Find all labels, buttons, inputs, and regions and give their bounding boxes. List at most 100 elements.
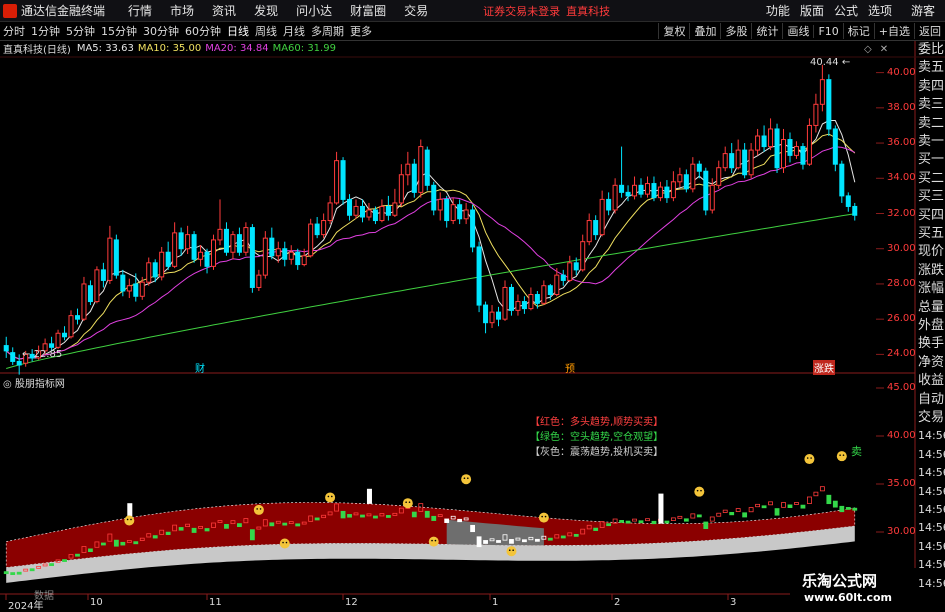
face-marker-circle — [694, 486, 705, 497]
marker-forecast[interactable]: 预 — [565, 360, 575, 375]
candle-body — [62, 332, 68, 338]
guest-label[interactable]: 游客 — [897, 2, 945, 19]
quote-panel-item[interactable]: 买四 — [918, 207, 944, 224]
face-marker-circle — [253, 504, 264, 515]
face-marker-circle — [325, 492, 336, 503]
quote-panel-item[interactable]: 卖三 — [918, 96, 944, 113]
candle-body — [742, 149, 748, 176]
quote-panel-item[interactable]: 现价 — [918, 243, 944, 260]
menu-market[interactable]: 行情 — [119, 2, 161, 19]
quote-panel-item[interactable]: 外盘 — [918, 317, 944, 334]
candle-body — [262, 237, 268, 276]
quote-panel-item[interactable]: 收益 — [918, 372, 944, 389]
indicator-bar — [807, 496, 812, 504]
period-multi[interactable]: 多周期 — [308, 23, 347, 39]
x-prefix-label: 数据 — [34, 591, 54, 602]
login-notice[interactable]: 证券交易未登录 — [483, 3, 560, 19]
quote-panel-item[interactable]: 涨幅 — [918, 280, 944, 297]
period-30min[interactable]: 30分钟 — [140, 23, 182, 39]
period-daily[interactable]: 日线 — [224, 23, 252, 39]
menu-formula[interactable]: 公式 — [829, 2, 863, 19]
period-15min[interactable]: 15分钟 — [98, 23, 140, 39]
period-monthly[interactable]: 月线 — [280, 23, 308, 39]
app-logo-icon — [3, 3, 17, 18]
face-marker-eye — [408, 501, 411, 504]
quote-panel-item[interactable]: 14:56 — [918, 446, 945, 463]
quote-panel-item[interactable]: 自动 — [918, 391, 944, 408]
period-5min[interactable]: 5分钟 — [63, 23, 98, 39]
tool-mark[interactable]: 标记 — [842, 23, 874, 39]
quote-panel-item[interactable]: 净资 — [918, 354, 944, 371]
period-1min[interactable]: 1分钟 — [28, 23, 63, 39]
face-marker-icon — [461, 474, 472, 485]
x-tick-label: 3 — [730, 597, 737, 608]
tool-overlay[interactable]: 叠加 — [689, 23, 720, 39]
quote-panel-item[interactable]: 卖五 — [918, 59, 944, 76]
period-toolbar: 分时 1分钟 5分钟 15分钟 30分钟 60分钟 日线 周线 月线 多周期 更… — [0, 22, 945, 41]
menu-news[interactable]: 资讯 — [203, 2, 245, 19]
period-weekly[interactable]: 周线 — [252, 23, 280, 39]
period-intraday[interactable]: 分时 — [0, 23, 28, 39]
quote-panel-item[interactable]: 14:56 — [918, 575, 945, 592]
close-icon[interactable]: ✕ — [880, 44, 888, 55]
tool-restore-rights[interactable]: 复权 — [658, 23, 689, 39]
period-60min[interactable]: 60分钟 — [182, 23, 224, 39]
tool-back[interactable]: 返回 — [914, 23, 945, 39]
menu-discover[interactable]: 发现 — [245, 2, 287, 19]
sell-label: 卖 — [851, 445, 862, 458]
menu-layout[interactable]: 版面 — [795, 2, 829, 19]
diamond-icon[interactable]: ◇ — [864, 44, 872, 55]
tool-statistics[interactable]: 统计 — [751, 23, 782, 39]
notice-stock: 直真科技 — [566, 4, 611, 18]
quote-panel-item[interactable]: 交易 — [918, 409, 944, 426]
indicator-bar — [120, 541, 126, 546]
menu-trade[interactable]: 交易 — [395, 2, 437, 19]
candle-body — [107, 237, 113, 281]
menu-exchange[interactable]: 市场 — [161, 2, 203, 19]
quote-panel-item[interactable]: 换手 — [918, 335, 944, 352]
indicator-bar — [340, 510, 346, 519]
menu-wealth-circle[interactable]: 财富圈 — [341, 2, 395, 19]
quote-panel-item[interactable]: 买三 — [918, 188, 944, 205]
tool-draw-line[interactable]: 画线 — [782, 23, 813, 39]
indicator-bar — [664, 520, 670, 524]
quote-panel-item[interactable]: 卖二 — [918, 115, 944, 132]
indicator-bar — [722, 509, 728, 513]
candle-body — [800, 146, 806, 165]
face-marker-eye — [508, 549, 511, 551]
tool-multi-stock[interactable]: 多股 — [720, 23, 751, 39]
price-tick-label: 36.00 — [887, 137, 916, 149]
marker-financial[interactable]: 财 — [195, 360, 205, 375]
quote-panel-item[interactable]: 14:56 — [918, 427, 945, 444]
quote-panel-item[interactable]: 买二 — [918, 170, 944, 187]
quote-panel-item[interactable]: 涨跌 — [918, 262, 944, 279]
menu-function[interactable]: 功能 — [761, 2, 795, 19]
quote-panel-item[interactable]: 14:56 — [918, 538, 945, 555]
quote-panel-item[interactable]: 14:56 — [918, 501, 945, 518]
tool-f10[interactable]: F10 — [813, 24, 842, 38]
candle-body — [398, 174, 404, 204]
candle-body — [411, 163, 417, 193]
quote-panel-item[interactable]: 总量 — [918, 299, 944, 316]
menu-options[interactable]: 选项 — [863, 2, 897, 19]
quote-panel-item[interactable]: 14:56 — [918, 519, 945, 536]
quote-panel-item[interactable]: 卖一 — [918, 133, 944, 150]
candle-body — [813, 103, 819, 126]
candle-body — [547, 285, 553, 296]
candle-body — [619, 184, 625, 193]
quote-panel-item[interactable]: 卖四 — [918, 78, 944, 95]
period-more[interactable]: 更多 — [347, 23, 375, 39]
quote-panel-item[interactable]: 买五 — [918, 225, 944, 242]
quote-panel-item[interactable]: 委比 — [918, 41, 944, 58]
face-marker-eye — [431, 539, 433, 542]
candle-body — [534, 294, 540, 304]
quote-panel-item[interactable]: 14:56 — [918, 483, 945, 500]
indicator-bar — [237, 523, 242, 528]
marker-limit[interactable]: 涨跌 — [813, 360, 835, 375]
tool-add-watchlist[interactable]: +自选 — [873, 23, 914, 39]
quote-panel-item[interactable]: 14:56 — [918, 556, 945, 573]
quote-panel-item[interactable]: 14:56 — [918, 464, 945, 481]
quote-panel-item[interactable]: 买一 — [918, 151, 944, 168]
menu-assistant[interactable]: 问小达 — [287, 2, 341, 19]
face-marker-eye — [434, 539, 437, 542]
